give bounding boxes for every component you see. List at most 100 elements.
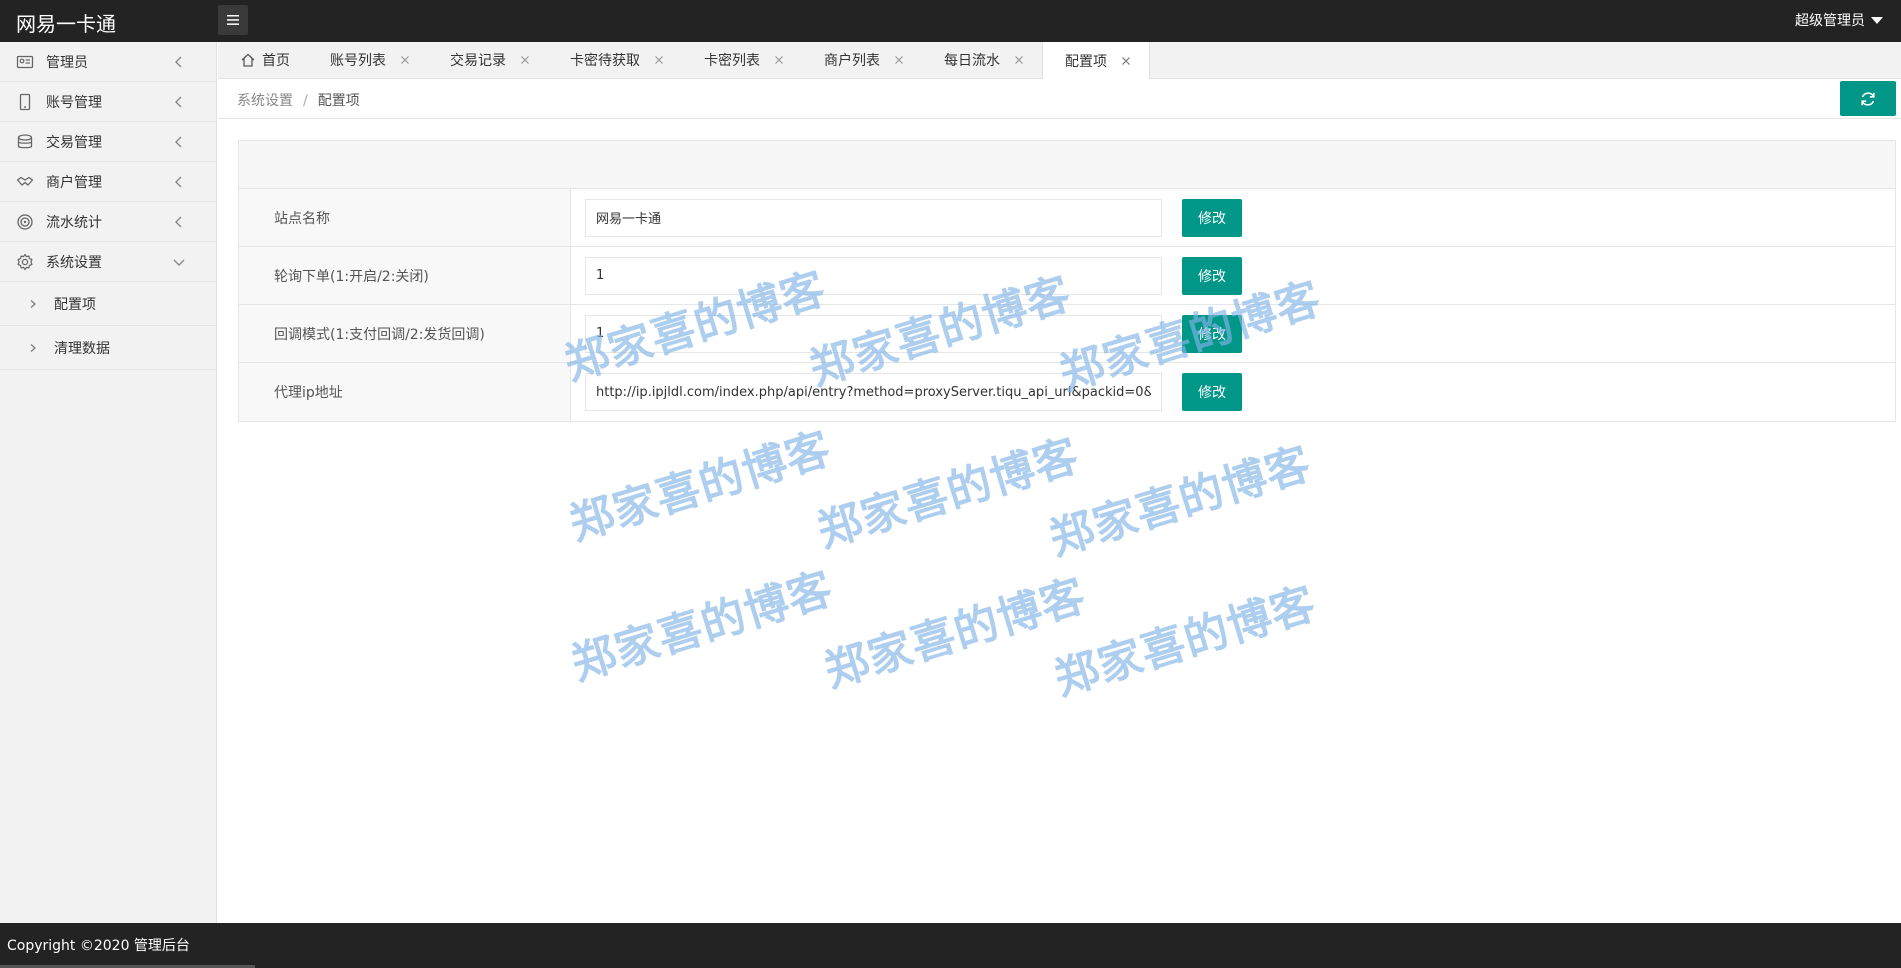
app-brand[interactable]: 网易一卡通: [16, 8, 116, 37]
breadcrumb-current: 配置项: [317, 93, 360, 109]
chevron-left-icon: [175, 176, 182, 188]
close-icon[interactable]: [774, 55, 784, 65]
hamburger-icon: [227, 15, 239, 25]
home-icon: [241, 53, 255, 67]
chevron-down-icon: [173, 259, 185, 266]
chevron-right-icon: [30, 299, 36, 308]
tab-bar: 首页 账号列表 交易记录 卡密待获取 卡密列表 商户列表 每日流水 配置项: [218, 42, 1901, 80]
modify-button[interactable]: 修改: [1182, 373, 1242, 411]
close-icon[interactable]: [654, 55, 664, 65]
tab-daily-flow[interactable]: 每日流水: [922, 42, 1042, 78]
handshake-icon: [16, 173, 34, 191]
tab-label: 卡密待获取: [570, 53, 640, 69]
watermark: 郑家喜的博客: [811, 429, 1085, 558]
config-value-cell: 修改: [571, 363, 1895, 421]
config-row-proxy-ip: 代理ip地址 修改: [239, 363, 1895, 421]
tab-label: 卡密列表: [704, 53, 760, 69]
sidebar-item-statistics[interactable]: 流水统计: [0, 202, 216, 242]
config-row-site-name: 站点名称 修改: [239, 189, 1895, 247]
chevron-left-icon: [175, 216, 182, 228]
watermark: 郑家喜的博客: [563, 422, 837, 551]
config-label: 站点名称: [239, 189, 571, 246]
config-value-cell: 修改: [571, 189, 1895, 246]
config-table-header: [239, 141, 1895, 189]
database-icon: [16, 133, 34, 151]
tab-card-pending[interactable]: 卡密待获取: [548, 42, 682, 78]
sidebar-item-label: 商户管理: [46, 174, 102, 191]
top-header: 网易一卡通 超级管理员: [0, 0, 1901, 42]
config-table: 站点名称 修改 轮询下单(1:开启/2:关闭) 修改 回调模式(1:支付回调/2…: [238, 140, 1896, 422]
chevron-left-icon: [175, 136, 182, 148]
close-icon[interactable]: [1014, 55, 1024, 65]
breadcrumb-bar: 系统设置 / 配置项: [218, 79, 1901, 119]
tab-card-list[interactable]: 卡密列表: [682, 42, 802, 78]
tab-transactions[interactable]: 交易记录: [428, 42, 548, 78]
tab-label: 账号列表: [330, 53, 386, 69]
watermark: 郑家喜的博客: [818, 569, 1092, 698]
close-icon[interactable]: [400, 55, 410, 65]
sidebar: 管理员 账号管理 交易管理 商户管理 流水统计 系统设置 配置项 清理数据: [0, 42, 217, 923]
modify-button[interactable]: 修改: [1182, 198, 1242, 237]
site-name-input[interactable]: [585, 198, 1162, 237]
sidebar-item-accounts[interactable]: 账号管理: [0, 82, 216, 122]
refresh-icon: [1861, 91, 1875, 106]
user-name: 超级管理员: [1795, 13, 1865, 29]
chevron-right-icon: [30, 343, 36, 352]
tab-home[interactable]: 首页: [218, 42, 308, 78]
tab-label: 每日流水: [944, 53, 1000, 69]
proxy-ip-input[interactable]: [585, 373, 1162, 411]
tab-account-list[interactable]: 账号列表: [308, 42, 428, 78]
watermark: 郑家喜的博客: [565, 562, 839, 691]
close-icon[interactable]: [1121, 56, 1131, 66]
id-card-icon: [16, 53, 34, 71]
gear-icon: [16, 253, 34, 271]
sidebar-item-merchants[interactable]: 商户管理: [0, 162, 216, 202]
breadcrumb: 系统设置 / 配置项: [237, 90, 360, 110]
sidebar-subitem-clear-data[interactable]: 清理数据: [0, 326, 216, 370]
polling-input[interactable]: [585, 256, 1162, 295]
tab-label: 商户列表: [824, 53, 880, 69]
sidebar-subitem-config[interactable]: 配置项: [0, 282, 216, 326]
sidebar-item-label: 流水统计: [46, 214, 102, 231]
watermark: 郑家喜的博客: [1048, 577, 1322, 706]
chevron-left-icon: [175, 56, 182, 68]
copyright-text: Copyright ©2020 管理后台: [7, 938, 190, 954]
tab-label: 配置项: [1065, 54, 1107, 70]
sidebar-subitem-label: 清理数据: [54, 340, 110, 357]
config-label: 轮询下单(1:开启/2:关闭): [239, 247, 571, 304]
close-icon[interactable]: [520, 55, 530, 65]
target-icon: [16, 213, 34, 231]
footer: Copyright ©2020 管理后台: [0, 923, 1901, 968]
tab-merchant-list[interactable]: 商户列表: [802, 42, 922, 78]
sidebar-item-label: 账号管理: [46, 94, 102, 111]
sidebar-item-label: 系统设置: [46, 254, 102, 271]
refresh-button[interactable]: [1840, 81, 1896, 116]
menu-toggle-button[interactable]: [218, 5, 248, 35]
modify-button[interactable]: 修改: [1182, 256, 1242, 295]
sidebar-item-transactions[interactable]: 交易管理: [0, 122, 216, 162]
config-row-callback-mode: 回调模式(1:支付回调/2:发货回调) 修改: [239, 305, 1895, 363]
config-label: 代理ip地址: [239, 363, 571, 421]
user-menu[interactable]: 超级管理员: [1795, 10, 1883, 30]
caret-down-icon: [1871, 16, 1883, 24]
watermark: 郑家喜的博客: [1043, 437, 1317, 566]
close-icon[interactable]: [894, 55, 904, 65]
callback-mode-input[interactable]: [585, 314, 1162, 353]
breadcrumb-separator: /: [303, 93, 308, 109]
breadcrumb-parent[interactable]: 系统设置: [237, 93, 293, 109]
sidebar-item-settings[interactable]: 系统设置: [0, 242, 216, 282]
sidebar-item-label: 管理员: [46, 54, 88, 71]
phone-icon: [16, 93, 34, 111]
tab-label: 交易记录: [450, 53, 506, 69]
sidebar-item-label: 交易管理: [46, 134, 102, 151]
sidebar-subitem-label: 配置项: [54, 296, 96, 313]
chevron-left-icon: [175, 96, 182, 108]
config-label: 回调模式(1:支付回调/2:发货回调): [239, 305, 571, 362]
tab-config[interactable]: 配置项: [1042, 42, 1150, 80]
sidebar-item-admin[interactable]: 管理员: [0, 42, 216, 82]
tab-label: 首页: [262, 53, 290, 69]
config-row-polling: 轮询下单(1:开启/2:关闭) 修改: [239, 247, 1895, 305]
config-value-cell: 修改: [571, 247, 1895, 304]
modify-button[interactable]: 修改: [1182, 314, 1242, 353]
config-value-cell: 修改: [571, 305, 1895, 362]
